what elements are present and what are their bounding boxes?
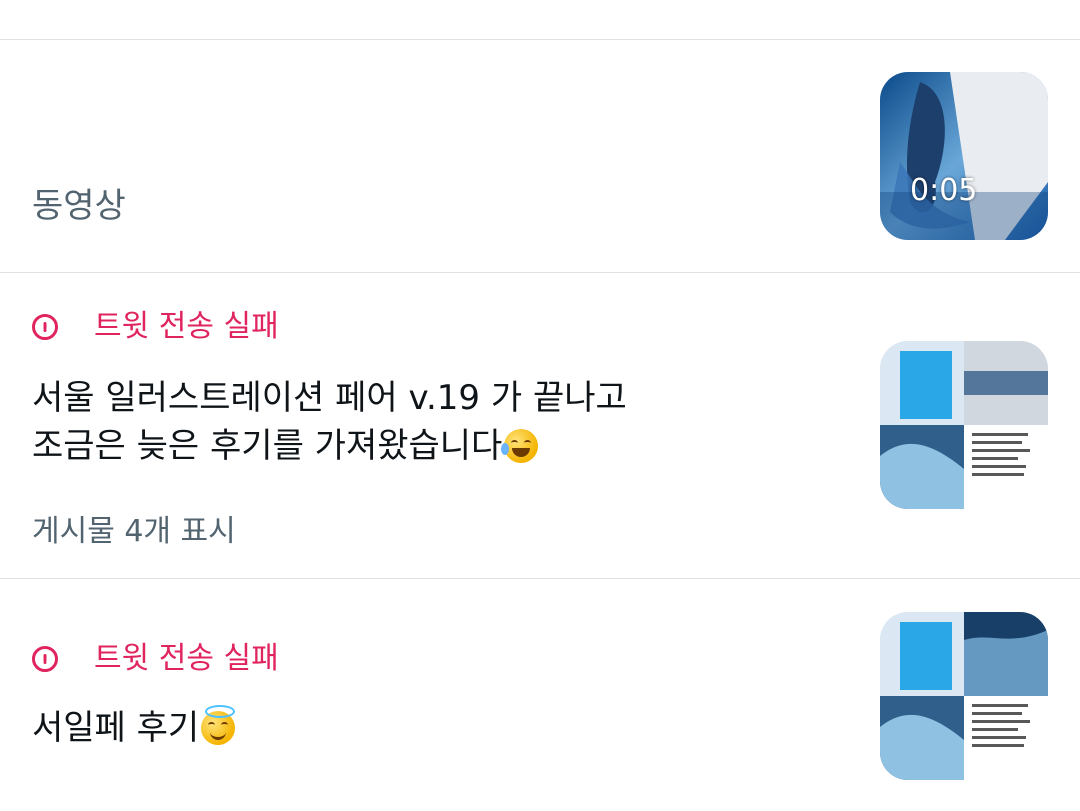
failed-status-text: 트윗 전송 실패 [94,641,279,676]
alert-circle-icon [32,314,58,340]
photo-collage-icon [880,341,1048,509]
photo-collage-icon [880,612,1048,780]
top-partial-row[interactable] [0,0,1080,40]
smiling-face-with-halo-icon [201,705,236,745]
failed-status: 트윗 전송 실패 [32,309,279,345]
image-collage-thumbnail[interactable] [880,612,1048,780]
face-with-tears-of-joy-icon [501,429,539,463]
video-duration: 0:05 [910,173,978,208]
video-thumbnail[interactable]: 0:05 [880,72,1048,240]
post-text-line-1: 서울 일러스트레이션 페어 v.19 가 끝나고 [32,378,627,418]
failed-status-text: 트윗 전송 실패 [94,309,279,344]
show-posts-link[interactable]: 게시물 4개 표시 [32,506,236,550]
illustration-whale-thumbnail-icon [880,72,1048,240]
post-text-line-1: 서일페 후기 [32,708,200,748]
post-text: 서일페 후기 [32,704,732,752]
failed-status: 트윗 전송 실패 [32,641,279,677]
video-label: 동영상 [32,186,126,226]
alert-circle-icon [32,646,58,672]
post-text-line-2: 조금은 늦은 후기를 가져왔습니다 [32,426,503,466]
image-collage-thumbnail[interactable] [880,341,1048,509]
post-text: 서울 일러스트레이션 페어 v.19 가 끝나고 조금은 늦은 후기를 가져왔습… [32,374,732,470]
